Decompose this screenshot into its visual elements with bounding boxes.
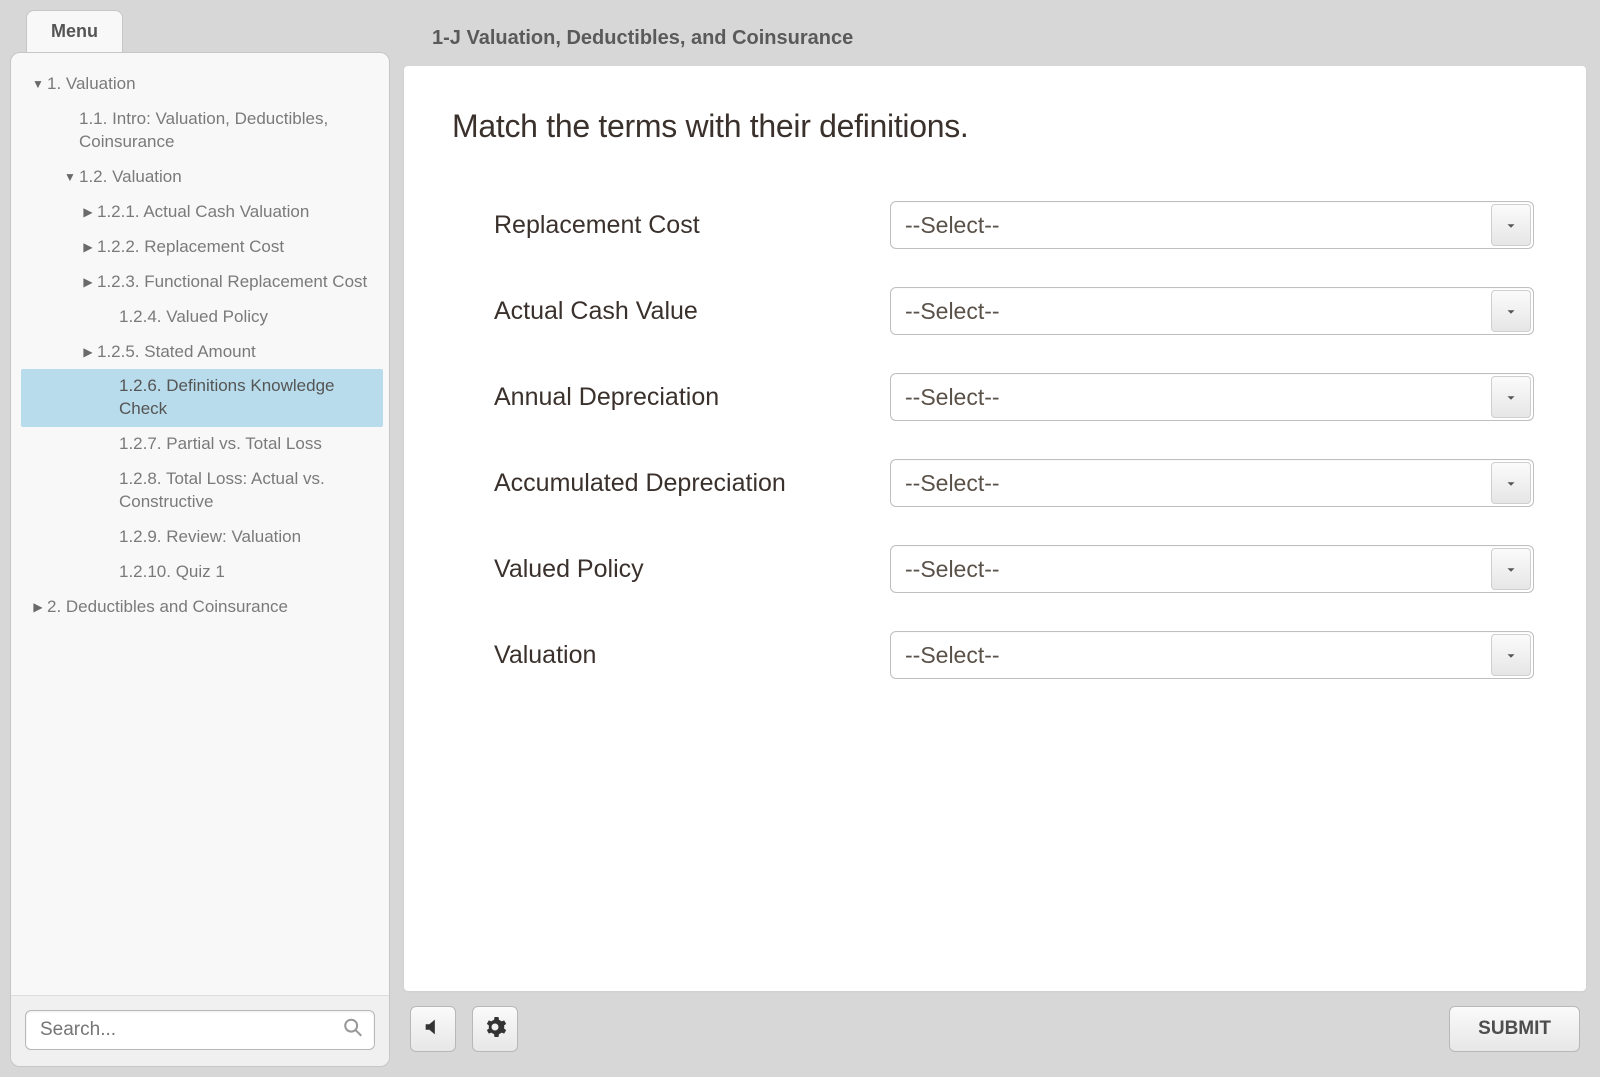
select-dropdown-button[interactable]	[1491, 204, 1531, 246]
chevron-right-icon: ▶	[79, 204, 97, 220]
nav-item[interactable]: 1.1. Intro: Valuation, Deductibles, Coin…	[21, 102, 383, 160]
nav-item[interactable]: 1.2.10. Quiz 1	[21, 555, 383, 590]
nav-item-label: 1.2.7. Partial vs. Total Loss	[119, 433, 375, 456]
question-prompt: Match the terms with their definitions.	[452, 108, 1538, 145]
nav-item-label: 1. Valuation	[47, 73, 375, 96]
nav-item[interactable]: 1.2.4. Valued Policy	[21, 300, 383, 335]
tab-menu-label: Menu	[51, 21, 98, 41]
term-label: Replacement Cost	[494, 211, 874, 240]
chevron-right-icon: ▶	[79, 239, 97, 255]
term-label: Actual Cash Value	[494, 297, 874, 326]
tab-menu[interactable]: Menu	[26, 10, 123, 52]
definition-select[interactable]: --Select--	[890, 631, 1534, 679]
nav-item[interactable]: ▶1.2.5. Stated Amount	[21, 335, 383, 370]
chevron-down-icon	[1504, 212, 1518, 239]
chevron-down-icon	[1504, 556, 1518, 583]
select-value: --Select--	[905, 470, 1000, 497]
nav-item[interactable]: 1.2.7. Partial vs. Total Loss	[21, 427, 383, 462]
definition-select[interactable]: --Select--	[890, 201, 1534, 249]
select-value: --Select--	[905, 212, 1000, 239]
select-value: --Select--	[905, 298, 1000, 325]
header-bar: 1-J Valuation, Deductibles, and Coinsura…	[404, 10, 1586, 66]
nav-item-label: 1.1. Intro: Valuation, Deductibles, Coin…	[79, 108, 375, 154]
nav-item[interactable]: ▼1. Valuation	[21, 67, 383, 102]
nav-item[interactable]: ▶1.2.3. Functional Replacement Cost	[21, 265, 383, 300]
select-value: --Select--	[905, 384, 1000, 411]
definition-select[interactable]: --Select--	[890, 287, 1534, 335]
gear-icon	[483, 1015, 507, 1044]
nav-item[interactable]: ▶1.2.1. Actual Cash Valuation	[21, 195, 383, 230]
nav-item-label: 1.2.1. Actual Cash Valuation	[97, 201, 375, 224]
app-root: Menu ▼1. Valuation1.1. Intro: Valuation,…	[10, 10, 1586, 1067]
nav-item-label: 1.2.3. Functional Replacement Cost	[97, 271, 375, 294]
main-column: 1-J Valuation, Deductibles, and Coinsura…	[390, 10, 1586, 1067]
sidebar: Menu ▼1. Valuation1.1. Intro: Valuation,…	[10, 10, 390, 1067]
chevron-down-icon: ▼	[29, 76, 47, 92]
nav-item[interactable]: ▼1.2. Valuation	[21, 160, 383, 195]
definition-select[interactable]: --Select--	[890, 545, 1534, 593]
term-label: Valued Policy	[494, 555, 874, 584]
sidebar-panel: ▼1. Valuation1.1. Intro: Valuation, Dedu…	[10, 52, 390, 1067]
nav-item[interactable]: 1.2.6. Definitions Knowledge Check	[21, 369, 383, 427]
chevron-down-icon	[1504, 384, 1518, 411]
term-label: Accumulated Depreciation	[494, 469, 874, 498]
select-dropdown-button[interactable]	[1491, 548, 1531, 590]
nav-item[interactable]: ▶1.2.2. Replacement Cost	[21, 230, 383, 265]
select-dropdown-button[interactable]	[1491, 290, 1531, 332]
search-area	[11, 995, 389, 1066]
select-value: --Select--	[905, 556, 1000, 583]
footer-bar: SUBMIT	[404, 991, 1586, 1067]
volume-button[interactable]	[410, 1006, 456, 1052]
nav-item[interactable]: ▶2. Deductibles and Coinsurance	[21, 590, 383, 625]
nav-item-label: 1.2. Valuation	[79, 166, 375, 189]
chevron-down-icon	[1504, 298, 1518, 325]
term-label: Annual Depreciation	[494, 383, 874, 412]
nav-item-label: 1.2.4. Valued Policy	[119, 306, 375, 329]
chevron-down-icon	[1504, 470, 1518, 497]
nav-item-label: 1.2.2. Replacement Cost	[97, 236, 375, 259]
match-grid: Replacement Cost --Select-- Actual Cash Va…	[452, 201, 1538, 679]
nav-item-label: 1.2.9. Review: Valuation	[119, 526, 375, 549]
chevron-down-icon: ▼	[61, 169, 79, 185]
nav-item-label: 1.2.6. Definitions Knowledge Check	[119, 375, 375, 421]
sidebar-tab-row: Menu	[10, 10, 390, 52]
nav-item-label: 1.2.5. Stated Amount	[97, 341, 375, 364]
nav-item-label: 1.2.8. Total Loss: Actual vs. Constructi…	[119, 468, 375, 514]
search-box[interactable]	[25, 1010, 375, 1050]
nav-item-label: 2. Deductibles and Coinsurance	[47, 596, 375, 619]
select-value: --Select--	[905, 642, 1000, 669]
term-label: Valuation	[494, 641, 874, 670]
volume-icon	[422, 1016, 444, 1043]
chevron-right-icon: ▶	[79, 344, 97, 360]
settings-button[interactable]	[472, 1006, 518, 1052]
nav-item-label: 1.2.10. Quiz 1	[119, 561, 375, 584]
select-dropdown-button[interactable]	[1491, 376, 1531, 418]
search-icon[interactable]	[342, 1017, 364, 1044]
chevron-right-icon: ▶	[79, 274, 97, 290]
chevron-down-icon	[1504, 642, 1518, 669]
page-title: 1-J Valuation, Deductibles, and Coinsura…	[432, 27, 853, 50]
submit-label: SUBMIT	[1478, 1018, 1551, 1039]
submit-button[interactable]: SUBMIT	[1449, 1006, 1580, 1052]
nav-item[interactable]: 1.2.9. Review: Valuation	[21, 520, 383, 555]
content-panel: Match the terms with their definitions. …	[404, 66, 1586, 991]
nav-tree: ▼1. Valuation1.1. Intro: Valuation, Dedu…	[11, 53, 389, 995]
select-dropdown-button[interactable]	[1491, 634, 1531, 676]
chevron-right-icon: ▶	[29, 599, 47, 615]
definition-select[interactable]: --Select--	[890, 459, 1534, 507]
nav-item[interactable]: 1.2.8. Total Loss: Actual vs. Constructi…	[21, 462, 383, 520]
search-input[interactable]	[38, 1018, 330, 1042]
select-dropdown-button[interactable]	[1491, 462, 1531, 504]
definition-select[interactable]: --Select--	[890, 373, 1534, 421]
